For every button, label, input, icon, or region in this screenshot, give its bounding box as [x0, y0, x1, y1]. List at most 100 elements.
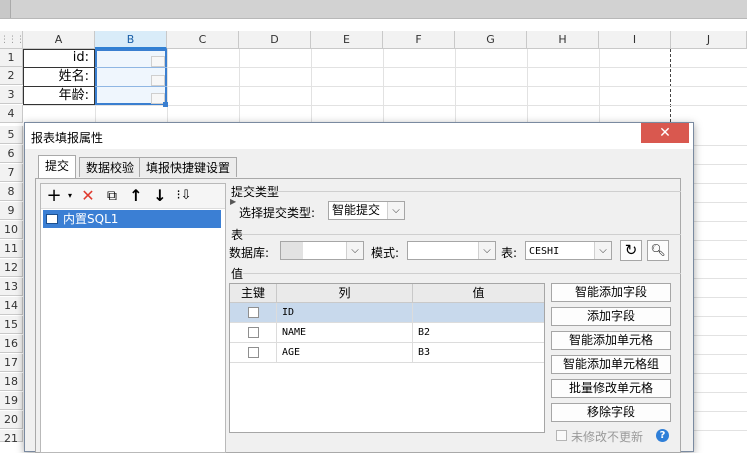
row-header[interactable]: 20 — [0, 411, 23, 429]
row-header[interactable]: 13 — [0, 278, 23, 296]
gridline — [694, 411, 747, 412]
row-header[interactable]: 15 — [0, 316, 23, 334]
row-header[interactable]: 3 — [0, 86, 23, 104]
column-header-h[interactable]: H — [527, 31, 599, 49]
more-icon[interactable]: ⁝⇩ — [175, 187, 193, 205]
chevron-down-icon: ⌵ — [478, 242, 495, 259]
text-widget-icon[interactable] — [151, 56, 165, 67]
column-header-c[interactable]: C — [167, 31, 239, 49]
gridline — [694, 335, 747, 336]
remove-field-button[interactable]: 移除字段 — [551, 403, 671, 422]
value-cell[interactable]: B2 — [413, 323, 544, 342]
row-header[interactable]: 1 — [0, 49, 23, 67]
column-header-i[interactable]: I — [599, 31, 671, 49]
preview-button[interactable]: 🔍︎ — [647, 240, 669, 261]
chevron-down-icon: ⌵ — [594, 242, 611, 259]
dialog-title-bar[interactable]: 报表填报属性 — [25, 123, 693, 149]
gridline — [694, 202, 747, 203]
select-submit-type-label: 选择提交类型: — [239, 206, 316, 220]
table-row[interactable]: ID — [230, 303, 544, 323]
row-header[interactable]: 11 — [0, 240, 23, 258]
row-header[interactable]: 17 — [0, 354, 23, 372]
row-header[interactable]: 18 — [0, 373, 23, 391]
select-all-corner[interactable]: ⋮⋮⋮ — [0, 31, 25, 49]
fill-handle[interactable] — [163, 102, 168, 107]
smart-add-cell-button[interactable]: 智能添加单元格 — [551, 331, 671, 350]
refresh-icon: ↻ — [624, 241, 638, 259]
refresh-button[interactable]: ↻ — [620, 240, 642, 261]
mode-label: 模式: — [371, 246, 400, 260]
row-header[interactable]: 19 — [0, 392, 23, 410]
column-header-d[interactable]: D — [239, 31, 311, 49]
chevron-down-icon: ⌵ — [387, 202, 404, 219]
section-divider — [243, 273, 681, 274]
value-cell[interactable]: B3 — [413, 343, 544, 362]
tab-submit[interactable]: 提交 — [38, 155, 77, 178]
tab-data-validation[interactable]: 数据校验 — [79, 157, 142, 177]
delete-icon[interactable]: ✕ — [79, 187, 97, 205]
row-header[interactable]: 2 — [0, 67, 23, 85]
primary-key-checkbox[interactable] — [248, 327, 259, 338]
batch-modify-cell-button[interactable]: 批量修改单元格 — [551, 379, 671, 398]
value-cell[interactable] — [413, 303, 544, 322]
database-select[interactable]: ⌵ — [280, 241, 364, 260]
tab-fill-shortcuts[interactable]: 填报快捷键设置 — [139, 157, 238, 177]
row-header[interactable]: 10 — [0, 221, 23, 239]
row-header[interactable]: 7 — [0, 164, 23, 182]
cell-a3[interactable]: 年龄: — [23, 87, 95, 105]
text-widget-icon[interactable] — [151, 75, 165, 86]
cell-a1[interactable]: id: — [23, 49, 95, 67]
tree-item-builtin-sql[interactable]: 内置SQL1 — [43, 210, 221, 228]
primary-key-checkbox[interactable] — [248, 307, 259, 318]
row-header[interactable]: 9 — [0, 202, 23, 220]
top-bar — [0, 0, 747, 19]
gridline — [694, 430, 747, 431]
close-button[interactable]: ✕ — [641, 123, 689, 143]
smart-add-cell-group-button[interactable]: 智能添加单元格组 — [551, 355, 671, 374]
submit-type-select[interactable]: 智能提交 ⌵ — [328, 201, 405, 220]
table-row[interactable]: NAME B2 — [230, 323, 544, 343]
cell-a2[interactable]: 姓名: — [23, 68, 95, 86]
submit-list-panel: + ▾ ✕ ⧉ ↑ ↓ ⁝⇩ 内置SQL1 — [40, 183, 226, 453]
column-header-g[interactable]: G — [455, 31, 527, 49]
table-select[interactable]: CESHI ⌵ — [525, 241, 612, 260]
database-value-blurred — [281, 242, 303, 259]
row-header[interactable]: 21 — [0, 430, 23, 445]
dialog-title: 报表填报属性 — [31, 131, 104, 145]
add-field-button[interactable]: 添加字段 — [551, 307, 671, 326]
chevron-down-icon: ⌵ — [346, 242, 363, 259]
row-header[interactable]: 12 — [0, 259, 23, 277]
copy-icon[interactable]: ⧉ — [103, 187, 121, 205]
header-primary-key[interactable]: 主键 — [230, 284, 277, 303]
column-header-e[interactable]: E — [311, 31, 383, 49]
unmodified-no-update-checkbox[interactable] — [556, 430, 567, 441]
row-header[interactable]: 16 — [0, 335, 23, 353]
column-cell: ID — [277, 303, 413, 322]
gridline — [694, 221, 747, 222]
table-label: 表: — [501, 246, 518, 260]
gridline — [694, 240, 747, 241]
row-header[interactable]: 8 — [0, 183, 23, 201]
gridline — [694, 259, 747, 260]
primary-key-cell — [230, 303, 277, 322]
header-column[interactable]: 列 — [277, 284, 413, 303]
primary-key-cell — [230, 323, 277, 342]
primary-key-checkbox[interactable] — [248, 347, 259, 358]
column-header-f[interactable]: F — [383, 31, 455, 49]
move-down-icon[interactable]: ↓ — [151, 187, 169, 205]
column-header-a[interactable]: A — [23, 31, 95, 49]
gridline — [23, 105, 747, 106]
table-row[interactable]: AGE B3 — [230, 343, 544, 363]
row-header[interactable]: 14 — [0, 297, 23, 315]
row-header[interactable]: 4 — [0, 105, 23, 123]
column-header-j[interactable]: J — [671, 31, 747, 49]
row-header[interactable]: 5 — [0, 126, 23, 144]
column-header-b[interactable]: B — [95, 31, 167, 49]
smart-add-field-button[interactable]: 智能添加字段 — [551, 283, 671, 302]
help-icon[interactable]: ? — [656, 429, 669, 442]
move-up-icon[interactable]: ↑ — [127, 187, 145, 205]
chevron-down-icon[interactable]: ▾ — [61, 187, 79, 205]
header-value[interactable]: 值 — [413, 284, 544, 303]
mode-select[interactable]: ⌵ — [407, 241, 496, 260]
row-header[interactable]: 6 — [0, 145, 23, 163]
